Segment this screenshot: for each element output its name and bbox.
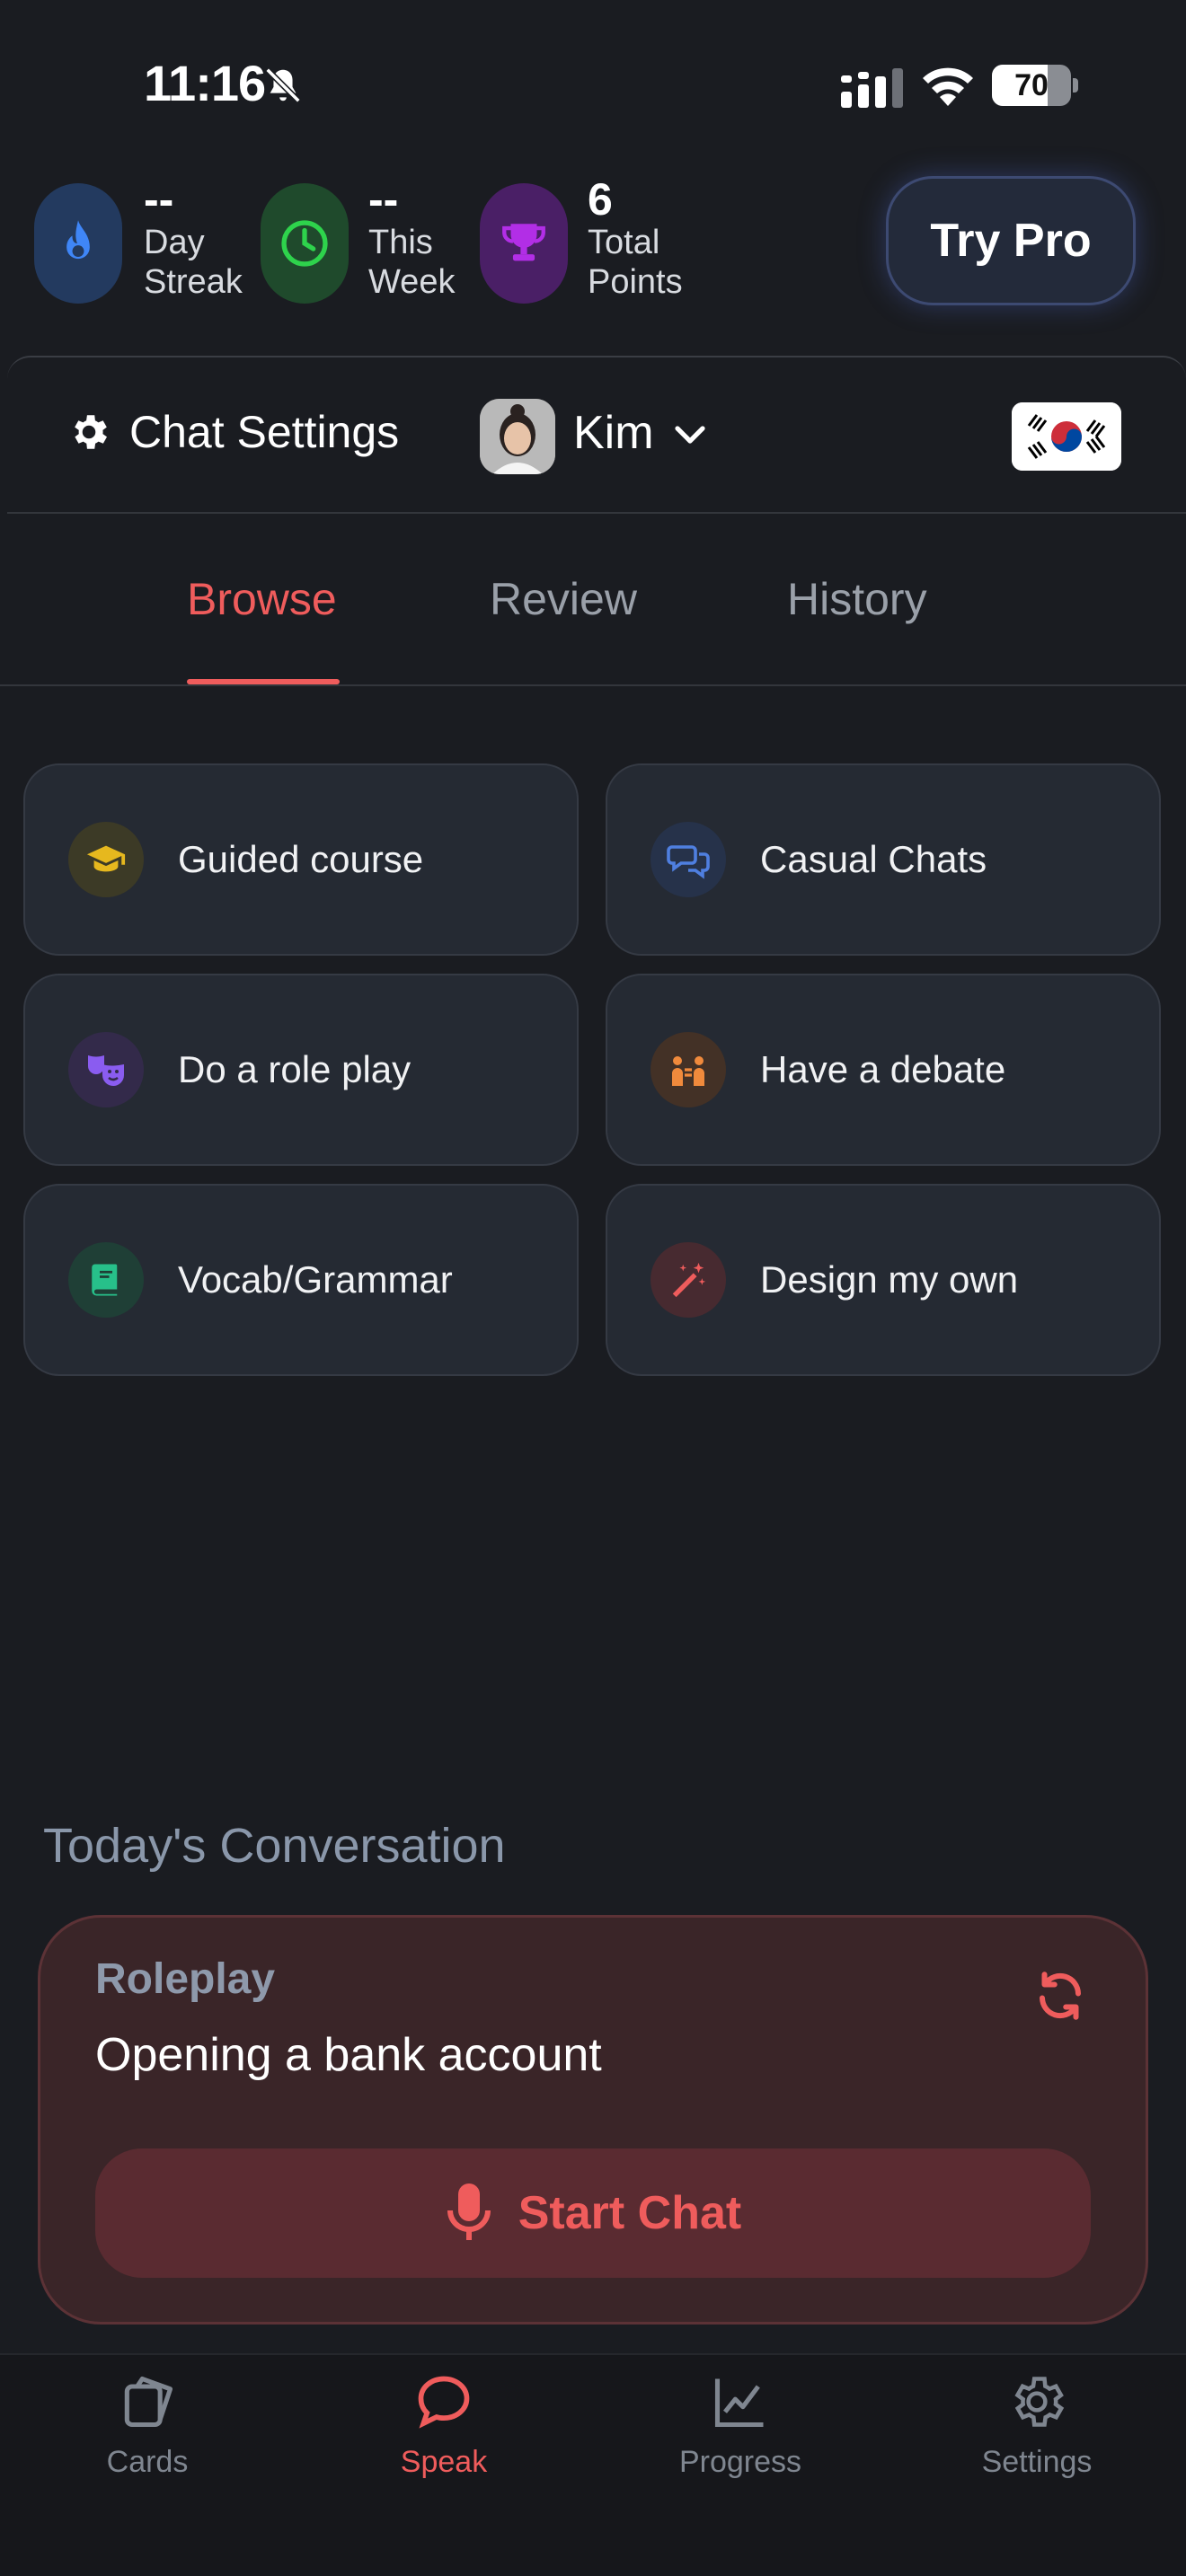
option-label: Guided course [178,838,424,880]
option-label: Vocab/Grammar [178,1258,453,1301]
streak-label-line1: Day [144,224,205,261]
gear-icon [1014,2377,1065,2427]
week-label-line2: Week [368,263,456,301]
battery-percent: 70 [1014,68,1049,102]
option-guided-course[interactable]: Guided course [23,763,579,956]
option-label: Have a debate [760,1048,1006,1090]
section-title: Today's Conversation [43,1819,506,1873]
gear-icon [75,415,107,449]
nav-label: Speak [400,2445,488,2479]
tutor-avatar[interactable] [480,399,555,474]
nav-speak[interactable]: Speak [327,2371,561,2480]
book-icon [68,1242,144,1318]
tab-review[interactable]: Review [490,573,637,625]
start-chat-label: Start Chat [518,2187,742,2239]
nav-label: Progress [678,2445,802,2479]
magic-wand-icon [651,1242,726,1318]
nav-cards[interactable]: Cards [31,2371,264,2480]
bell-muted-icon [265,67,301,103]
refresh-icon[interactable] [1033,1969,1087,2023]
points-stat: 6 Total Points [588,176,683,302]
option-vocab-grammar[interactable]: Vocab/Grammar [23,1184,579,1376]
line-chart-icon [714,2378,764,2428]
battery-indicator: 70 [992,65,1078,106]
streak-badge [34,183,122,304]
option-label: Design my own [760,1258,1019,1301]
tab-browse[interactable]: Browse [187,573,337,625]
week-value: -- [368,174,399,225]
flame-icon [66,220,90,260]
conversation-type: Roleplay [95,1955,276,2003]
cellular-signal-icon [841,68,903,108]
wifi-icon [923,67,973,106]
nav-label: Cards [106,2445,189,2479]
tab-active-indicator [187,679,340,684]
chat-settings-label: Chat Settings [129,407,400,457]
streak-label-line2: Streak [144,263,243,301]
week-badge [261,183,349,304]
chat-settings-button[interactable]: Chat Settings [66,406,399,458]
week-label-line1: This [368,224,433,261]
streak-value: -- [144,174,174,225]
theater-masks-icon [68,1032,144,1107]
points-label-line1: Total [588,224,660,261]
week-stat: -- This Week [368,176,455,302]
nav-label: Settings [981,2445,1093,2479]
start-chat-button[interactable]: Start Chat [95,2148,1091,2278]
chat-bubbles-icon [651,822,726,897]
south-korea-flag-icon[interactable] [1012,402,1121,471]
trophy-icon [502,224,545,261]
tutor-name[interactable]: Kim [573,406,654,460]
nav-progress[interactable]: Progress [624,2371,857,2480]
tab-history[interactable]: History [787,573,927,625]
microphone-icon [447,2183,491,2240]
clock-icon [281,220,328,267]
option-design-my-own[interactable]: Design my own [606,1184,1161,1376]
speech-bubble-icon [418,2376,470,2429]
option-debate[interactable]: Have a debate [606,974,1161,1166]
chevron-down-icon[interactable] [672,422,708,449]
points-label-line2: Points [588,263,683,301]
cards-icon [124,2376,173,2428]
option-label: Do a role play [178,1048,412,1090]
graduation-cap-icon [68,822,144,897]
conversation-topic: Opening a bank account [95,2029,602,2081]
tab-divider [0,684,1186,686]
status-time: 11:16 [144,55,266,111]
points-badge [480,183,568,304]
option-label: Casual Chats [760,838,987,880]
nav-settings[interactable]: Settings [920,2371,1154,2480]
option-casual-chats[interactable]: Casual Chats [606,763,1161,956]
people-arguing-icon [651,1032,726,1107]
option-role-play[interactable]: Do a role play [23,974,579,1166]
try-pro-button[interactable]: Try Pro [886,176,1136,305]
points-value: 6 [588,174,613,225]
streak-stat: -- Day Streak [144,176,243,302]
